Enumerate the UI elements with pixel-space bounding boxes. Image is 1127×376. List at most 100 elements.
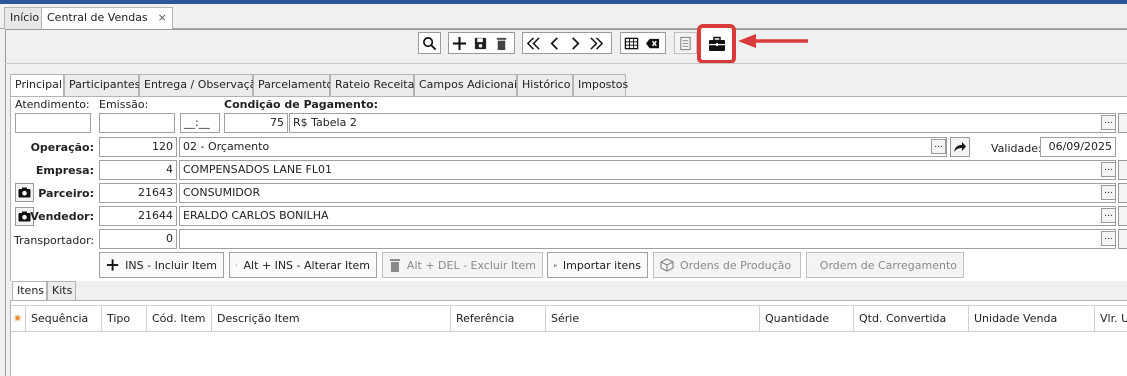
operacao-desc-field[interactable]: 02 - Orçamento bbox=[179, 137, 947, 157]
tab-itens-label: Itens bbox=[17, 284, 45, 297]
previous-record-button[interactable] bbox=[544, 33, 565, 53]
save-button[interactable] bbox=[470, 33, 491, 53]
red-arrow-icon bbox=[738, 34, 808, 48]
trash-icon bbox=[389, 259, 400, 272]
tab-entrega-observacao-label: Entrega / Observação bbox=[144, 78, 264, 91]
toolbar-navigation-group bbox=[522, 32, 612, 54]
tab-central-de-vendas[interactable]: Central de Vendas × bbox=[41, 7, 173, 30]
items-grid-header: ✷ Sequência Tipo Cód. Item Descrição Ite… bbox=[11, 305, 1127, 332]
tab-principal[interactable]: Principal bbox=[10, 74, 64, 97]
double-chevron-left-icon bbox=[526, 36, 540, 50]
document-tab-strip: Início Central de Vendas × bbox=[0, 4, 1127, 30]
column-header-quantidade[interactable]: Quantidade bbox=[760, 306, 854, 331]
hora-field[interactable]: __:__ bbox=[180, 113, 220, 133]
tab-impostos[interactable]: Impostos bbox=[573, 74, 629, 96]
condicao-go-button[interactable] bbox=[1118, 113, 1127, 133]
delete-button[interactable] bbox=[491, 33, 512, 53]
grid-icon bbox=[624, 37, 639, 49]
add-button[interactable] bbox=[449, 33, 470, 53]
briefcase-button-highlighted[interactable] bbox=[697, 24, 736, 64]
incluir-item-button[interactable]: INS - Incluir Item bbox=[99, 252, 224, 278]
parceiro-go-button[interactable] bbox=[1118, 183, 1127, 203]
ordens-producao-label: Ordens de Produção bbox=[680, 258, 792, 272]
vendedor-desc-field[interactable]: ERALDO CARLOS BONILHA bbox=[179, 206, 1116, 226]
condicao-lookup-button[interactable]: ... bbox=[1101, 115, 1116, 130]
column-header-unidade-venda[interactable]: Unidade Venda bbox=[969, 306, 1095, 331]
validade-field[interactable]: 06/09/2025 bbox=[1040, 137, 1116, 157]
transportador-lookup-button[interactable]: ... bbox=[1101, 231, 1116, 246]
vendedor-code-field[interactable]: 21644 bbox=[99, 206, 177, 226]
condicao-code-field[interactable]: 75 bbox=[224, 113, 288, 133]
tab-campos-adicionais[interactable]: Campos Adicionais bbox=[414, 74, 523, 96]
operacao-label: Operação: bbox=[30, 141, 94, 154]
operacao-lookup-button[interactable]: ... bbox=[931, 139, 946, 154]
empresa-go-button[interactable] bbox=[1118, 160, 1127, 180]
transportador-label: Transportador: bbox=[14, 234, 95, 247]
excluir-item-label: Alt + DEL - Excluir Item bbox=[406, 258, 536, 272]
operacao-code-field[interactable]: 120 bbox=[99, 137, 177, 157]
close-tab-icon[interactable]: × bbox=[158, 11, 167, 24]
new-row-indicator-icon: ✷ bbox=[11, 306, 26, 331]
condicao-pagamento-label: Condição de Pagamento: bbox=[224, 98, 379, 111]
column-header-tipo[interactable]: Tipo bbox=[102, 306, 147, 331]
tab-campos-adicionais-label: Campos Adicionais bbox=[419, 78, 523, 91]
report-button[interactable] bbox=[675, 33, 696, 53]
transportador-desc-field[interactable] bbox=[179, 229, 1116, 249]
report-icon bbox=[680, 36, 691, 50]
tab-central-de-vendas-label: Central de Vendas bbox=[47, 11, 148, 24]
vendedor-lookup-button[interactable]: ... bbox=[1101, 208, 1116, 223]
last-record-button[interactable] bbox=[586, 33, 607, 53]
column-header-vlr-unit[interactable]: Vlr. U bbox=[1095, 306, 1127, 331]
column-header-referencia[interactable]: Referência bbox=[451, 306, 546, 331]
transportador-go-button[interactable] bbox=[1118, 229, 1127, 249]
atendimento-label: Atendimento: bbox=[15, 98, 90, 111]
tab-rateio-receita[interactable]: Rateio Receita bbox=[330, 74, 414, 96]
empresa-lookup-button[interactable]: ... bbox=[1101, 162, 1116, 177]
column-header-descricao-item[interactable]: Descrição Item bbox=[212, 306, 451, 331]
tab-inicio[interactable]: Início bbox=[4, 7, 46, 29]
plus-icon bbox=[452, 36, 467, 50]
next-record-button[interactable] bbox=[565, 33, 586, 53]
empresa-desc-field[interactable]: COMPENSADOS LANE FL01 bbox=[179, 160, 1116, 180]
first-record-button[interactable] bbox=[523, 33, 544, 53]
search-button[interactable] bbox=[419, 33, 440, 53]
grid-view-button[interactable] bbox=[621, 33, 642, 53]
backspace-icon bbox=[645, 38, 660, 48]
empresa-code-field[interactable]: 4 bbox=[99, 160, 177, 180]
importar-itens-button[interactable]: Importar itens bbox=[547, 252, 648, 278]
tab-impostos-label: Impostos bbox=[578, 78, 629, 91]
ordens-producao-button[interactable]: Ordens de Produção bbox=[653, 252, 801, 278]
excluir-item-button[interactable]: Alt + DEL - Excluir Item bbox=[382, 252, 543, 278]
forward-arrow-icon bbox=[954, 142, 966, 152]
emissao-field[interactable] bbox=[99, 113, 175, 133]
operacao-go-button[interactable] bbox=[950, 137, 970, 157]
condicao-desc-field[interactable]: R$ Tabela 2 bbox=[289, 113, 1116, 133]
column-header-cod-item[interactable]: Cód. Item bbox=[147, 306, 212, 331]
atendimento-field[interactable] bbox=[15, 113, 91, 133]
column-header-qtd-convertida[interactable]: Qtd. Convertida bbox=[854, 306, 969, 331]
box-icon bbox=[660, 258, 674, 272]
tab-participantes[interactable]: Participantes bbox=[64, 74, 140, 96]
vendedor-go-button[interactable] bbox=[1118, 206, 1127, 226]
tab-historico[interactable]: Histórico bbox=[517, 74, 573, 96]
toolbar-search-group bbox=[418, 32, 441, 54]
clear-filter-button[interactable] bbox=[642, 33, 663, 53]
parceiro-desc-field[interactable]: CONSUMIDOR bbox=[179, 183, 1116, 203]
toolbar-edit-group bbox=[448, 32, 515, 54]
tab-entrega-observacao[interactable]: Entrega / Observação bbox=[139, 74, 263, 96]
tab-itens[interactable]: Itens bbox=[12, 281, 47, 301]
items-grid: ✷ Sequência Tipo Cód. Item Descrição Ite… bbox=[10, 300, 1127, 376]
ordem-carregamento-button[interactable]: Ordem de Carregamento bbox=[806, 252, 964, 278]
parceiro-code-field[interactable]: 21643 bbox=[99, 183, 177, 203]
transportador-code-field[interactable]: 0 bbox=[99, 229, 177, 249]
incluir-item-label: INS - Incluir Item bbox=[125, 258, 217, 272]
parceiro-label: Parceiro: bbox=[38, 187, 94, 200]
alterar-item-button[interactable]: Alt + INS - Alterar Item bbox=[229, 252, 377, 278]
column-header-sequencia[interactable]: Sequência bbox=[26, 306, 102, 331]
tab-parcelamento[interactable]: Parcelamento bbox=[253, 74, 333, 96]
chevron-right-icon bbox=[572, 36, 580, 50]
toolbar-view-group bbox=[620, 32, 666, 54]
tab-kits[interactable]: Kits bbox=[47, 281, 76, 300]
parceiro-lookup-button[interactable]: ... bbox=[1101, 185, 1116, 200]
column-header-serie[interactable]: Série bbox=[546, 306, 760, 331]
